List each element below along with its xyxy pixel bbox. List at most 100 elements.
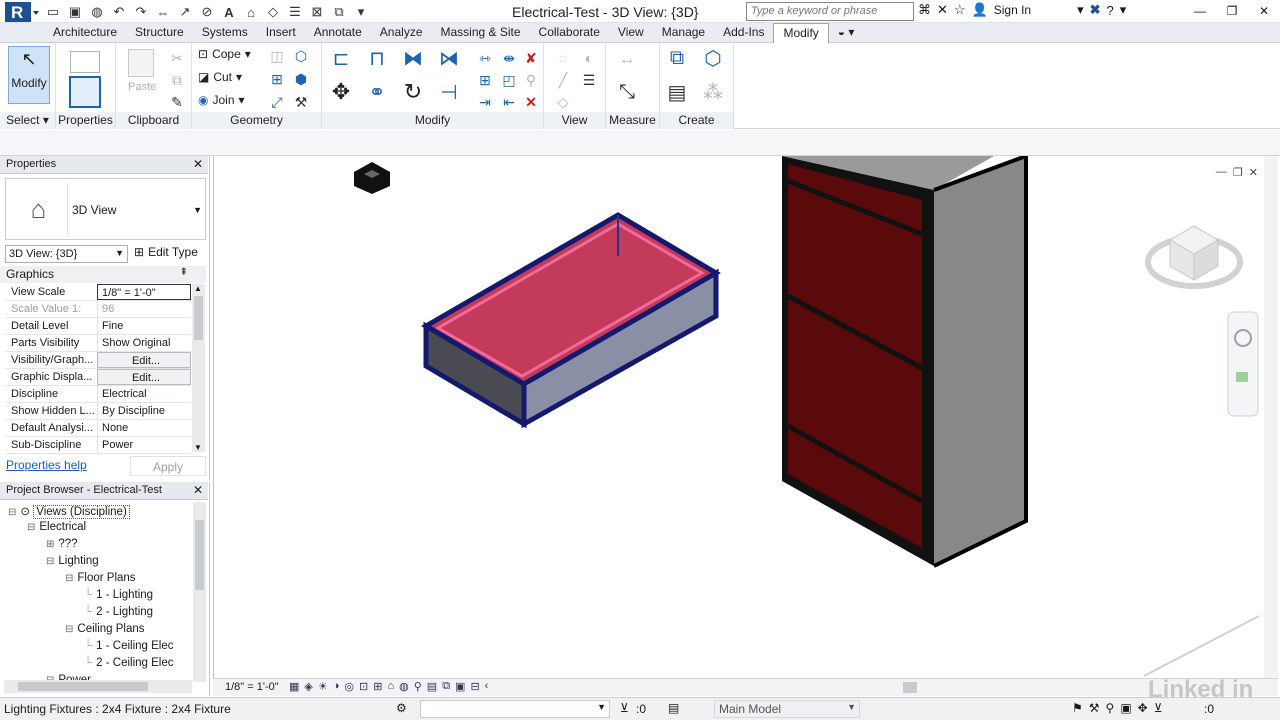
drag-elements-icon[interactable]: ✥ (1138, 701, 1148, 715)
cut-clipboard-icon[interactable]: ✂ (166, 47, 188, 69)
lightbulb-icon[interactable]: ◌ (552, 47, 574, 69)
copy-element-icon[interactable]: ⚭ (366, 81, 388, 104)
chevron-down-icon[interactable]: ▾ (1077, 2, 1084, 18)
visual-style-icon[interactable]: ◈ (304, 680, 312, 693)
scroll-left-icon[interactable]: ‹ (485, 680, 489, 693)
help-search-input[interactable]: Type a keyword or phrase (746, 2, 914, 21)
align-icon[interactable]: ⊏ (330, 47, 352, 70)
create-assembly-icon[interactable]: ⧉ (666, 47, 688, 69)
pin-icon[interactable]: ⚲ (520, 69, 542, 91)
horizontal-scroll-thumb[interactable] (903, 682, 917, 693)
join-button[interactable]: ◉ Join ▾ (198, 93, 245, 107)
browser-item[interactable]: └ 1 - Lighting (84, 589, 153, 601)
3d-view-icon[interactable]: ⌂ (242, 3, 260, 21)
property-value[interactable]: Power (97, 437, 191, 453)
override-icon[interactable]: ◐ (578, 47, 600, 69)
property-value[interactable]: None (97, 420, 191, 436)
edit-type-button[interactable]: ⊞ Edit Type (134, 245, 198, 259)
split-face-icon[interactable]: ◫ (266, 45, 288, 67)
property-row[interactable]: Sub-Discipline Power (5, 437, 191, 454)
unlocked-view-icon[interactable]: ⌂ (387, 680, 394, 693)
browser-item[interactable]: ⊟ Electrical (27, 521, 86, 533)
sign-in-link[interactable]: Sign In (994, 3, 1031, 17)
constraints-icon[interactable]: ⊟ (470, 680, 479, 693)
redo-icon[interactable]: ↷ (132, 3, 150, 21)
worksets-icon[interactable]: ⚙ (396, 701, 407, 715)
graphics-group-header[interactable]: Graphics ⇞ (0, 266, 206, 283)
camera-icon[interactable] (354, 162, 390, 194)
select-links-icon[interactable]: ⚑ (1072, 701, 1083, 715)
tree-toggle-icon[interactable]: ⊟ (8, 507, 16, 518)
wall-joins-icon[interactable]: ⊞ (266, 68, 288, 90)
close-properties-icon[interactable]: ✕ (193, 157, 203, 171)
move-icon[interactable]: ✥ (330, 79, 352, 104)
render-icon[interactable]: ◎ (344, 680, 354, 693)
text-icon[interactable]: A (220, 3, 238, 21)
switch-windows-icon[interactable]: ⧉ (330, 3, 348, 21)
thin-lines-icon[interactable]: ☰ (286, 3, 304, 21)
browser-horizontal-scrollbar[interactable] (4, 680, 192, 693)
save-icon[interactable]: ▣ (66, 3, 84, 21)
property-row[interactable]: Detail Level Fine (5, 318, 191, 335)
user-icon[interactable]: 👤 (972, 2, 988, 18)
property-row[interactable]: Visibility/Graph... Edit... (5, 352, 191, 369)
tag-icon[interactable]: ⊘ (198, 3, 216, 21)
tab-collaborate[interactable]: Collaborate (530, 23, 609, 43)
close-hidden-icon[interactable]: ⊠ (308, 3, 326, 21)
aligned-dimension-icon[interactable]: ⤡ (616, 81, 638, 103)
property-value[interactable]: By Discipline (97, 403, 191, 419)
binoculars-icon[interactable]: ⌘ (918, 2, 931, 18)
apply-button[interactable]: Apply (130, 456, 206, 476)
sync-icon[interactable]: ◍ (88, 3, 106, 21)
dimension-icon[interactable]: ↗ (176, 3, 194, 21)
browser-vertical-scrollbar[interactable] (193, 502, 206, 682)
tab-annotate[interactable]: Annotate (305, 23, 371, 43)
close-browser-icon[interactable]: ✕ (193, 483, 203, 497)
property-row[interactable]: Scale Value 1: 96 (5, 301, 191, 318)
match-type-icon[interactable]: ✎ (166, 91, 188, 113)
navigation-bar[interactable] (1227, 311, 1259, 417)
property-row[interactable]: Parts Visibility Show Original (5, 335, 191, 352)
trim-icon[interactable]: ⊣ (438, 81, 460, 104)
browser-item[interactable]: └ 2 - Lighting (84, 606, 153, 618)
ribbon-minimize-icon[interactable]: ◒ ▾ (829, 23, 864, 43)
view-scale-control[interactable]: 1/8" = 1'-0" (225, 681, 279, 693)
browser-item[interactable]: ⊞??? (46, 538, 78, 550)
split-gap-icon[interactable]: ⇼ (498, 47, 520, 69)
select-panel-label[interactable]: Select ▾ (0, 112, 55, 129)
delete-icon[interactable]: ✕ (520, 91, 542, 113)
customize-qat-icon[interactable]: ▾ (352, 3, 370, 21)
analytical-model-icon[interactable]: ▣ (455, 680, 465, 693)
measure-between-icon[interactable]: ↔ (616, 49, 638, 71)
split-icon[interactable]: ⇿ (474, 47, 496, 69)
detail-level-icon[interactable]: ▦ (289, 680, 299, 693)
tab-massing-site[interactable]: Massing & Site (432, 23, 530, 43)
property-value[interactable]: 1/8" = 1'-0" (97, 284, 191, 300)
design-option-select[interactable]: Main Model ▼ (714, 700, 860, 718)
close-icon[interactable]: ✕ (1248, 0, 1280, 22)
paint-icon[interactable]: ⬡ (290, 45, 312, 67)
browser-item[interactable]: └ 2 - Ceiling Elec (84, 657, 174, 669)
show-crop-icon[interactable]: ⊞ (373, 680, 382, 693)
3d-viewport[interactable]: — ❐ ✕ (213, 156, 1278, 678)
tab-systems[interactable]: Systems (193, 23, 257, 43)
unpin-icon[interactable]: ✘ (520, 47, 542, 69)
editing-requests-icon[interactable]: ▤ (668, 701, 679, 715)
type-dropdown-icon[interactable]: ▼ (193, 205, 202, 215)
tab-view[interactable]: View (609, 23, 653, 43)
hide-in-view-icon[interactable]: ◇ (552, 91, 574, 113)
create-parts-icon[interactable]: ⬡ (702, 47, 724, 70)
tab-architecture[interactable]: Architecture (44, 23, 126, 43)
type-properties-icon[interactable] (69, 76, 101, 108)
measure-icon[interactable]: ⇔ (154, 3, 172, 21)
sun-path-icon[interactable]: ☀ (318, 680, 328, 693)
select-pinned-icon[interactable]: ⚲ (1106, 701, 1115, 715)
browser-item[interactable]: ⊟ ⊙ Views (Discipline) (8, 504, 130, 519)
hammer-icon[interactable]: ⚒ (290, 91, 312, 113)
select-by-face-icon[interactable]: ▣ (1120, 701, 1131, 715)
rotate-icon[interactable]: ↻ (402, 79, 424, 104)
property-value[interactable]: Edit... (97, 352, 191, 368)
workset-select[interactable]: ▼ (420, 700, 610, 718)
tree-toggle-icon[interactable]: ⊞ (46, 539, 54, 550)
hide-element-icon[interactable]: ☰ (578, 69, 600, 91)
